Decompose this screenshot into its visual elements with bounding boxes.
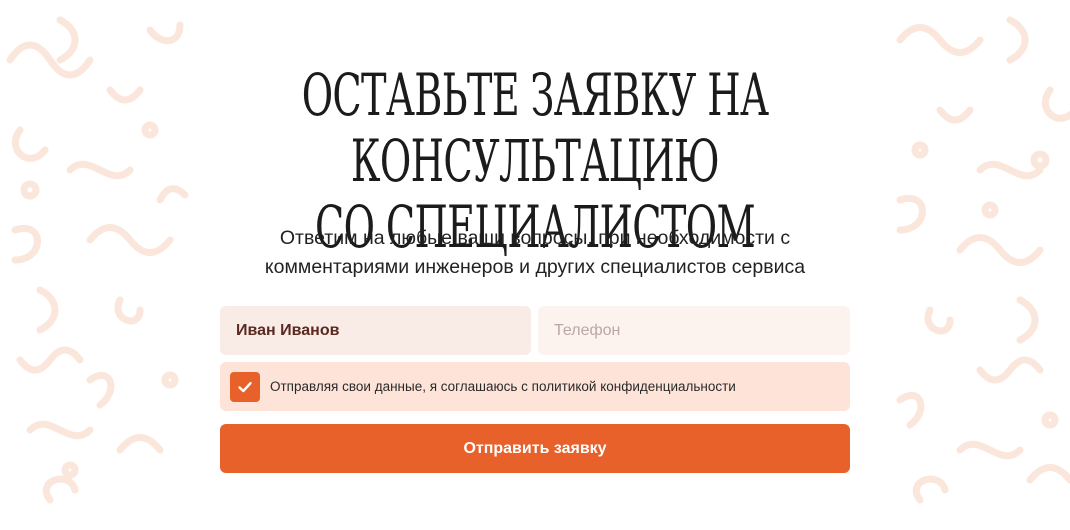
submit-button-label: Отправить заявку <box>463 439 607 457</box>
page-title-line-1: Оставьте заявку на консультацию <box>301 61 769 195</box>
consent-row: Отправляя свои данные, я соглашаюсь с по… <box>220 362 850 411</box>
phone-input[interactable]: Телефон <box>538 306 850 355</box>
page-subtitle-line-1: Ответим на любые ваши вопросы, при необх… <box>279 227 791 249</box>
page-subtitle-line-2: комментариями инженеров и других специал… <box>264 256 806 278</box>
page-subtitle: Ответим на любые ваши вопросы, при необх… <box>0 224 1070 282</box>
phone-input-placeholder: Телефон <box>554 321 621 339</box>
consent-label: Отправляя свои данные, я соглашаюсь с по… <box>270 379 736 394</box>
name-input-value: Иван Иванов <box>236 321 340 339</box>
submit-button[interactable]: Отправить заявку <box>220 424 850 473</box>
check-icon <box>238 381 252 392</box>
consent-checkbox[interactable] <box>230 371 260 402</box>
name-input[interactable]: Иван Иванов <box>220 306 531 355</box>
